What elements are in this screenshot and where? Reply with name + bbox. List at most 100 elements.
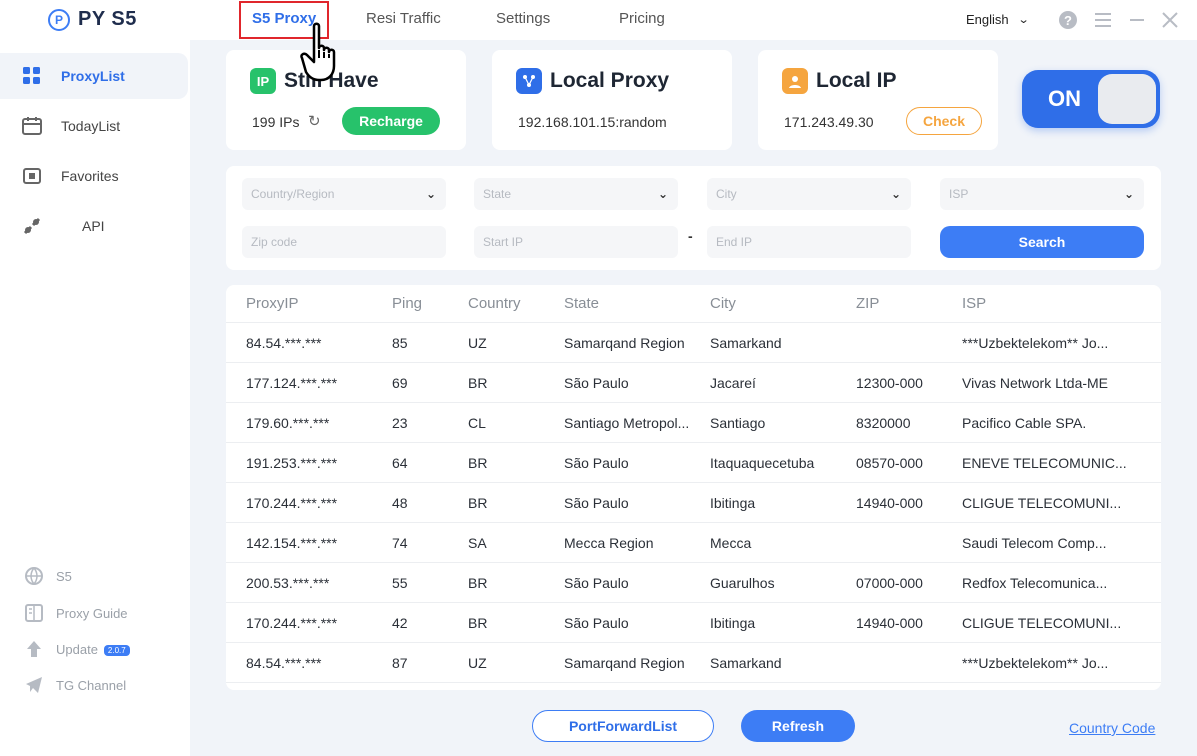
title-bar: P PY S5 S5 Proxy Resi Traffic Settings P… bbox=[0, 0, 1197, 40]
country-cell: BR bbox=[468, 495, 488, 511]
sidebar-item-proxylist[interactable]: ProxyList bbox=[0, 53, 188, 99]
proxy-ip-cell: 191.253.***.*** bbox=[246, 455, 338, 471]
ping-cell: 48 bbox=[392, 495, 408, 511]
city-select[interactable]: City ⌄ bbox=[707, 178, 911, 210]
isp-cell: Vivas Network Ltda-ME bbox=[962, 375, 1109, 391]
sidebar-item-api[interactable]: API bbox=[0, 203, 188, 249]
table-header: ProxyIP Ping Country State City ZIP ISP bbox=[226, 285, 1161, 323]
card-title: Local IP bbox=[782, 68, 897, 94]
column-header: City bbox=[710, 295, 736, 312]
arrow-up-icon bbox=[27, 641, 41, 657]
local-ip-value: 171.243.49.30 bbox=[784, 114, 874, 130]
main-panel: IP Still Have 199 IPs ↻ Recharge Local P… bbox=[190, 40, 1197, 756]
end-ip-input[interactable]: End IP bbox=[707, 226, 911, 258]
ping-cell: 87 bbox=[392, 655, 408, 671]
card-title: Local Proxy bbox=[516, 68, 669, 94]
sidebar-item-todaylist[interactable]: TodayList bbox=[0, 103, 188, 149]
isp-cell: Saudi Telecom Comp... bbox=[962, 535, 1107, 551]
proxy-ip-cell: 179.60.***.*** bbox=[246, 415, 330, 431]
close-icon[interactable] bbox=[1160, 10, 1180, 30]
table-row[interactable]: 191.253.***.*** 64 BR São Paulo Itaquaquecet… bbox=[226, 443, 1161, 483]
user-icon bbox=[782, 68, 808, 94]
state-select[interactable]: State ⌄ bbox=[474, 178, 678, 210]
city-cell: Jacareí bbox=[710, 375, 756, 391]
sidebar-item-label: Favorites bbox=[61, 168, 119, 184]
table-row[interactable]: 142.154.***.*** 74 SA Mecca Region Mecca Saud… bbox=[226, 523, 1161, 563]
city-cell: Ibitinga bbox=[710, 495, 756, 511]
isp-select[interactable]: ISP ⌄ bbox=[940, 178, 1144, 210]
port-forward-list-button[interactable]: PortForwardList bbox=[532, 710, 714, 742]
column-header: Country bbox=[468, 295, 521, 312]
ping-cell: 74 bbox=[392, 535, 408, 551]
tab-pricing[interactable]: Pricing bbox=[619, 10, 665, 27]
state-cell: Samarqand Region bbox=[564, 655, 685, 671]
proxy-toggle[interactable]: ON bbox=[1022, 70, 1160, 128]
country-cell: SA bbox=[468, 535, 487, 551]
table-row[interactable]: 177.124.***.*** 69 BR São Paulo Jacareí 12300… bbox=[226, 363, 1161, 403]
chevron-down-icon: ⌄ bbox=[1123, 187, 1134, 201]
country-select[interactable]: Country/Region ⌄ bbox=[242, 178, 446, 210]
column-header: Ping bbox=[392, 295, 423, 312]
help-icon[interactable]: ? bbox=[1059, 11, 1077, 29]
chevron-down-icon: ⌄ bbox=[1017, 14, 1030, 26]
toggle-knob bbox=[1098, 74, 1156, 124]
search-button[interactable]: Search bbox=[940, 226, 1144, 258]
isp-cell: Pacifico Cable SPA. bbox=[962, 415, 1087, 431]
sidebar-item-label: TodayList bbox=[61, 118, 121, 134]
sidebar-item-favorites[interactable]: Favorites bbox=[0, 153, 188, 199]
menu-icon[interactable] bbox=[1093, 10, 1113, 30]
country-code-link[interactable]: Country Code bbox=[1069, 720, 1155, 736]
table-row[interactable]: 170.244.***.*** 42 BR São Paulo Ibitinga 1494… bbox=[226, 603, 1161, 643]
state-cell: São Paulo bbox=[564, 375, 629, 391]
sidebar-bottom-label: S5 bbox=[56, 568, 72, 584]
country-cell: UZ bbox=[468, 655, 487, 671]
country-cell: BR bbox=[468, 615, 488, 631]
app-logo: P PY S5 bbox=[48, 8, 137, 31]
local-ip-card: Local IP 171.243.49.30 Check bbox=[758, 50, 998, 150]
app-name: PY S5 bbox=[78, 8, 137, 30]
state-cell: Samarqand Region bbox=[564, 335, 685, 351]
isp-cell: ENEVE TELECOMUNIC... bbox=[962, 455, 1127, 471]
start-ip-input[interactable]: Start IP bbox=[474, 226, 678, 258]
proxy-ip-cell: 170.244.***.*** bbox=[246, 495, 338, 511]
refresh-icon[interactable]: ↻ bbox=[308, 112, 321, 130]
language-select[interactable]: English ⌄ bbox=[966, 12, 1030, 27]
ping-cell: 64 bbox=[392, 455, 408, 471]
isp-cell: CLIGUE TELECOMUNI... bbox=[962, 495, 1122, 511]
sidebar-link-update[interactable]: Update 2.0.7 bbox=[0, 637, 188, 661]
city-cell: Samarkand bbox=[710, 655, 782, 671]
tab-resi-traffic[interactable]: Resi Traffic bbox=[366, 10, 441, 27]
sidebar-link-proxy-guide[interactable]: Proxy Guide bbox=[0, 601, 188, 625]
state-cell: São Paulo bbox=[564, 455, 629, 471]
minimize-icon[interactable] bbox=[1127, 10, 1147, 30]
country-cell: CL bbox=[468, 415, 486, 431]
sidebar-item-label: ProxyList bbox=[61, 68, 125, 84]
column-header: ProxyIP bbox=[246, 295, 299, 312]
ip-range-separator: - bbox=[688, 228, 693, 244]
telegram-icon bbox=[26, 677, 42, 693]
sidebar-bottom-label: Update 2.0.7 bbox=[56, 642, 130, 657]
sidebar-link-s5[interactable]: S5 bbox=[0, 564, 188, 588]
table-row[interactable]: 170.244.***.*** 48 BR São Paulo Ibitinga 1494… bbox=[226, 483, 1161, 523]
sidebar-link-tg-channel[interactable]: TG Channel bbox=[0, 673, 188, 697]
check-button[interactable]: Check bbox=[906, 107, 982, 135]
network-icon bbox=[516, 68, 542, 94]
isp-cell: CLIGUE TELECOMUNI... bbox=[962, 615, 1122, 631]
recharge-button[interactable]: Recharge bbox=[342, 107, 440, 135]
table-row[interactable]: 84.54.***.*** 87 UZ Samarqand Region Samarka… bbox=[226, 643, 1161, 683]
state-cell: Mecca Region bbox=[564, 535, 654, 551]
city-cell: Ibitinga bbox=[710, 615, 756, 631]
sidebar: ProxyList TodayList Favorites API S5 Pro… bbox=[0, 40, 190, 756]
hand-pointer-icon bbox=[300, 22, 336, 82]
table-row[interactable]: 200.53.***.*** 55 BR São Paulo Guarulhos 0700… bbox=[226, 563, 1161, 603]
isp-cell: ***Uzbektelekom** Jo... bbox=[962, 655, 1109, 671]
tab-settings[interactable]: Settings bbox=[496, 10, 550, 27]
table-row[interactable]: 84.54.***.*** 85 UZ Samarqand Region Samarka… bbox=[226, 323, 1161, 363]
version-badge: 2.0.7 bbox=[103, 644, 130, 656]
refresh-button[interactable]: Refresh bbox=[741, 710, 855, 742]
table-row[interactable]: 179.60.***.*** 23 CL Santiago Metropol... Sa… bbox=[226, 403, 1161, 443]
zip-input[interactable]: Zip code bbox=[242, 226, 446, 258]
proxy-ip-cell: 84.54.***.*** bbox=[246, 655, 322, 671]
state-cell: São Paulo bbox=[564, 615, 629, 631]
book-icon bbox=[25, 604, 43, 622]
